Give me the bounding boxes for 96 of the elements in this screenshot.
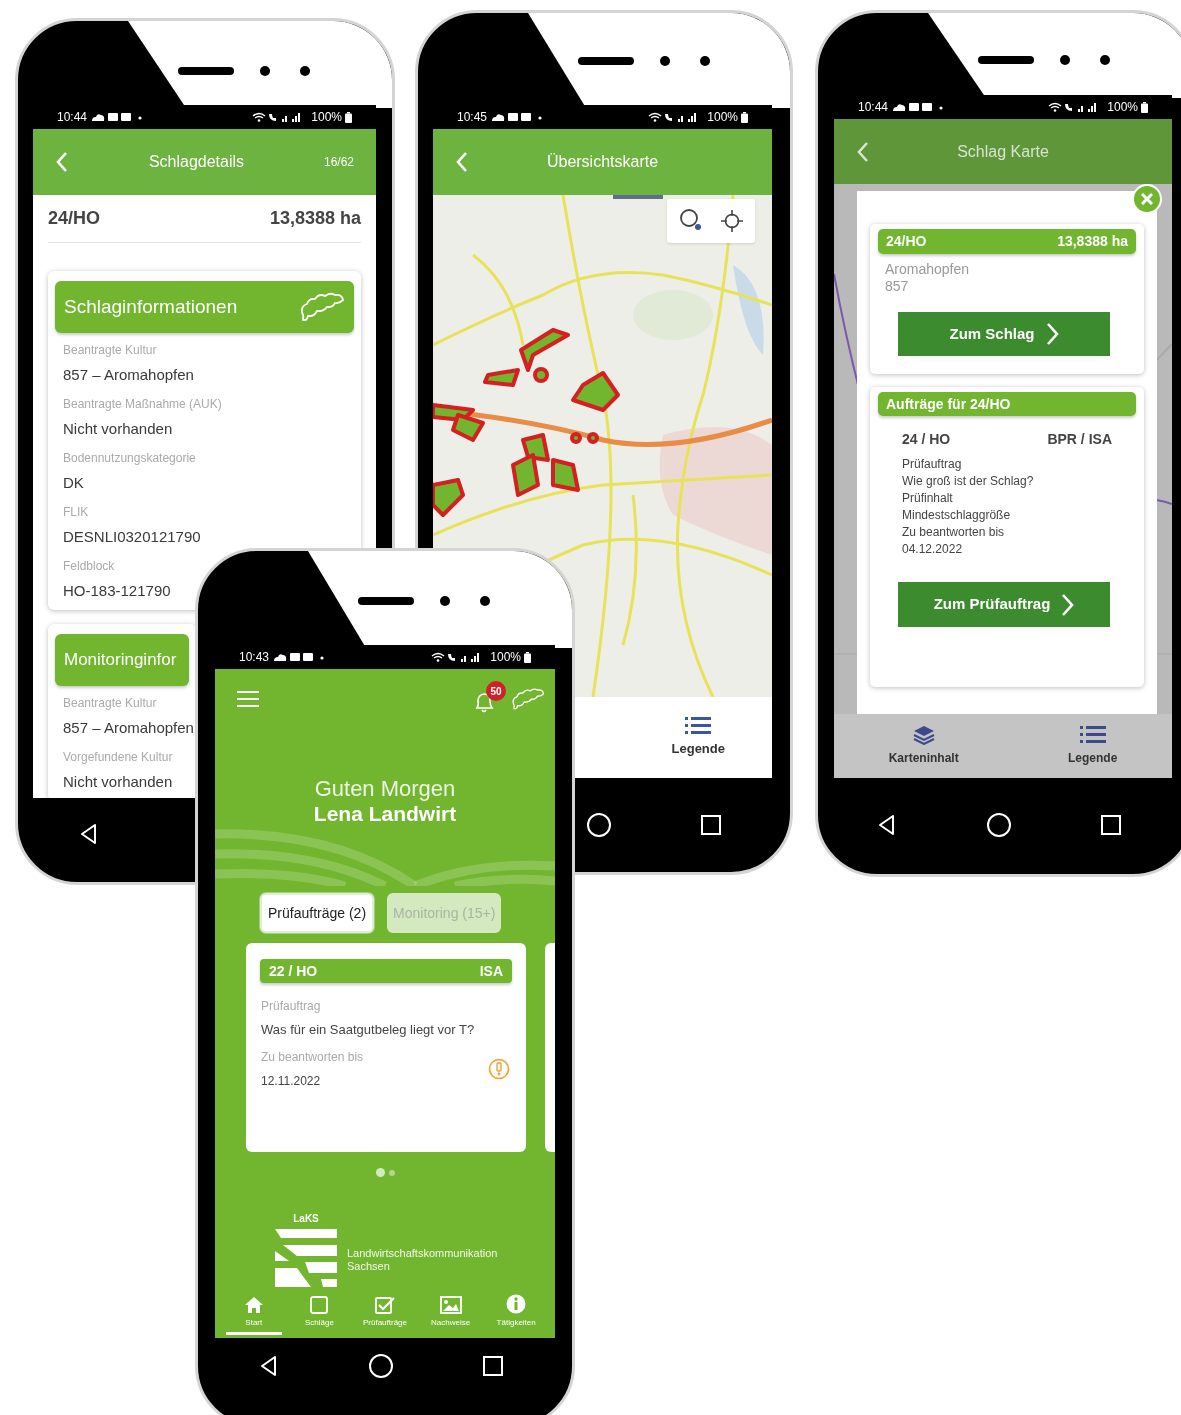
layers-icon bbox=[912, 725, 935, 745]
field-id: 24/HO bbox=[886, 232, 927, 251]
notification-icons bbox=[273, 652, 326, 662]
nav-home-icon[interactable] bbox=[987, 813, 1011, 837]
field-value: DK bbox=[62, 474, 85, 492]
field-value: DESNLI0320121790 bbox=[62, 528, 202, 546]
field-area: 13,8388 ha bbox=[1057, 231, 1128, 252]
close-icon bbox=[1141, 193, 1153, 205]
order-detail: Mindestschlaggröße bbox=[902, 507, 1012, 524]
card-title: Aufträge für 24/HO bbox=[886, 394, 1011, 414]
status-time: 10:45 bbox=[457, 109, 488, 126]
field-area: 13,8388 ha bbox=[269, 205, 361, 232]
nav-tab[interactable]: Schläge bbox=[291, 1296, 348, 1335]
nav-tab[interactable]: Prüfaufträge bbox=[357, 1296, 413, 1335]
nav-recents-icon[interactable] bbox=[699, 813, 723, 837]
organization-name: Landwirtschaftskommunikation Sachsen bbox=[347, 1247, 499, 1273]
notification-badge: 50 bbox=[486, 681, 506, 701]
due-date: 12.11.2022 bbox=[261, 1072, 322, 1090]
back-icon[interactable] bbox=[55, 151, 69, 173]
field-label: Feldblock bbox=[62, 558, 116, 574]
info-icon bbox=[506, 1294, 527, 1314]
crosshair-icon[interactable] bbox=[721, 210, 743, 232]
field-value: 857 – Aromahopfen bbox=[62, 719, 195, 737]
status-time: 10:43 bbox=[239, 649, 270, 666]
field-value: Nicht vorhanden bbox=[62, 773, 174, 791]
nav-home-icon[interactable] bbox=[369, 1354, 393, 1378]
go-to-field-button[interactable]: Zum Schlag bbox=[898, 312, 1110, 356]
greeting-text: Guten Morgen bbox=[313, 776, 457, 801]
field-label: Bodennutzungskategorie bbox=[62, 450, 197, 466]
notification-icons bbox=[91, 112, 144, 122]
due-label: Zu beantworten bis bbox=[261, 1048, 364, 1066]
chevron-right-icon bbox=[1044, 322, 1059, 346]
notification-icons bbox=[892, 102, 945, 112]
image-icon bbox=[439, 1296, 462, 1314]
nav-tab[interactable]: Nachweise bbox=[422, 1296, 479, 1335]
crop-code: 857 bbox=[884, 278, 910, 295]
field-label: Beantragte Kultur bbox=[62, 342, 158, 358]
chevron-right-icon bbox=[1060, 592, 1075, 617]
list-icon bbox=[685, 716, 712, 737]
field-label: FLIK bbox=[62, 504, 90, 520]
status-time: 10:44 bbox=[858, 99, 889, 116]
stripes-logo-icon bbox=[275, 1229, 337, 1287]
order-detail: 04.12.2022 bbox=[902, 541, 964, 558]
nav-tab[interactable]: Start bbox=[225, 1296, 282, 1335]
battery-percentage: 100% bbox=[311, 109, 342, 126]
field-label: Vorgefundene Kultur bbox=[62, 749, 174, 765]
battery-icon bbox=[345, 111, 352, 123]
legend-button[interactable]: Legende bbox=[671, 716, 725, 759]
screen-title: Übersichtskarte bbox=[545, 152, 660, 172]
card-title: Schlaginformationen bbox=[64, 294, 238, 319]
bottom-tab[interactable]: Legende bbox=[1068, 725, 1118, 767]
task-code: ISA bbox=[479, 961, 503, 981]
battery-icon bbox=[741, 111, 748, 123]
field-label: Beantragte Maßnahme (AUK) bbox=[62, 396, 223, 412]
logo-text: LaKS bbox=[293, 1212, 319, 1226]
status-time: 10:44 bbox=[57, 109, 88, 126]
screen-title: Schlagdetails bbox=[147, 152, 246, 172]
screen-title: Schlag Karte bbox=[956, 141, 1050, 162]
square-icon bbox=[310, 1296, 329, 1314]
battery-percentage: 100% bbox=[707, 109, 738, 126]
order-detail: Prüfauftrag bbox=[902, 456, 963, 473]
record-counter: 16/62 bbox=[323, 154, 354, 171]
task-field: 22 / HO bbox=[269, 960, 318, 982]
go-to-order-button[interactable]: Zum Prüfauftrag bbox=[898, 582, 1110, 627]
order-type: BPR / ISA bbox=[1047, 430, 1112, 449]
field-id: 24/HO bbox=[48, 207, 101, 230]
battery-percentage: 100% bbox=[1107, 99, 1138, 116]
order-field: 24 / HO bbox=[902, 429, 951, 450]
order-detail: Prüfinhalt bbox=[902, 490, 954, 507]
order-detail: Wie groß ist der Schlag? bbox=[902, 473, 1035, 490]
crop-name: Aromahopfen bbox=[884, 261, 971, 278]
order-detail: Zu beantworten bis bbox=[902, 524, 1006, 541]
field-value: 857 – Aromahopfen bbox=[62, 366, 195, 384]
home-icon bbox=[243, 1296, 264, 1314]
nav-recents-icon[interactable] bbox=[481, 1354, 505, 1378]
nav-tab[interactable]: Tätigkeiten bbox=[488, 1294, 545, 1335]
user-name: Lena Landwirt bbox=[312, 801, 458, 826]
nav-home-icon[interactable] bbox=[587, 813, 611, 837]
task-question: Was für ein Saatgutbeleg liegt vor T? bbox=[260, 1021, 476, 1039]
battery-icon bbox=[1141, 101, 1148, 113]
task-card[interactable]: 22 / HO ISA Prüfauftrag Was für ein Saatgutbeleg liegt vor T? Zu beantworten bis 12.11.2022 bbox=[246, 943, 526, 1152]
back-icon[interactable] bbox=[856, 140, 870, 163]
field-value: HO-183-121790 bbox=[62, 582, 172, 600]
field-value: Nicht vorhanden bbox=[62, 420, 174, 438]
battery-icon bbox=[524, 651, 531, 663]
notification-icons bbox=[491, 112, 544, 122]
checkbox-icon bbox=[375, 1296, 395, 1314]
back-icon[interactable] bbox=[455, 151, 469, 173]
card-title: Monitoringinfor bbox=[64, 649, 177, 672]
battery-percentage: 100% bbox=[490, 649, 521, 666]
list-icon bbox=[1079, 725, 1106, 745]
nav-recents-icon[interactable] bbox=[1099, 813, 1123, 837]
bottom-tab[interactable]: Karteninhalt bbox=[888, 725, 959, 767]
tab[interactable]: Prüfaufträge (2) bbox=[260, 893, 375, 933]
task-type: Prüfauftrag bbox=[260, 998, 322, 1015]
field-label: Beantragte Kultur bbox=[62, 695, 158, 711]
